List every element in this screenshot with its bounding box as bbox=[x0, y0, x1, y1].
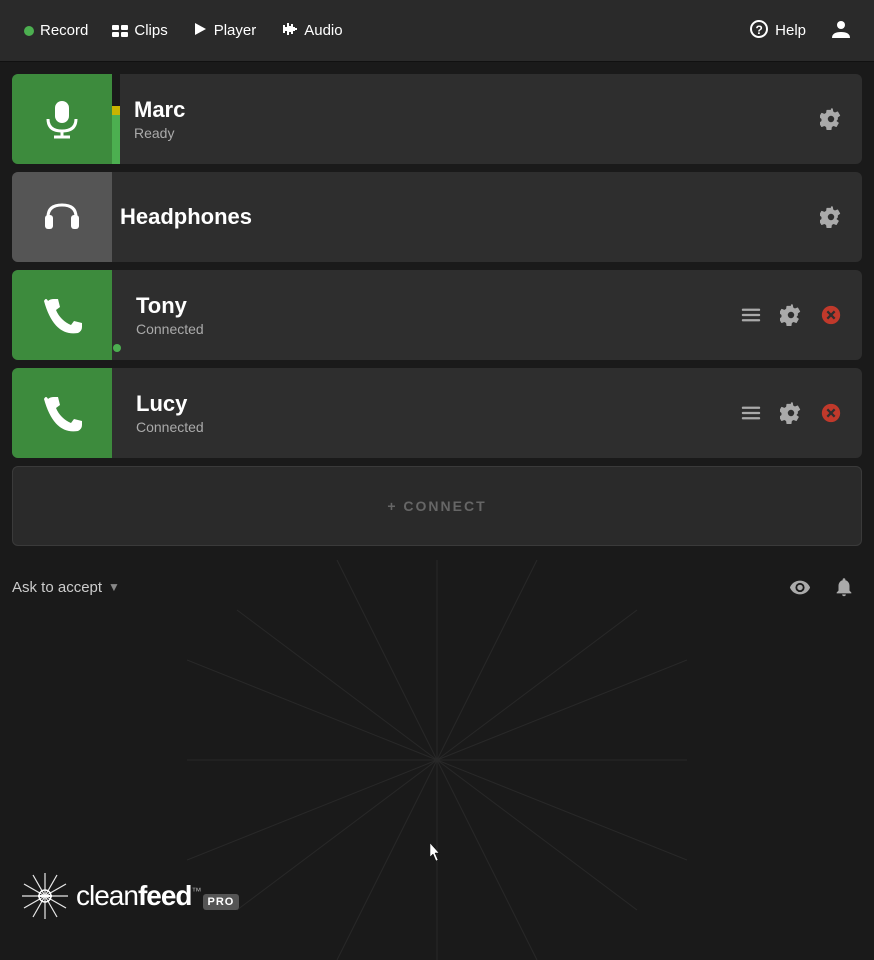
phone-icon-tony bbox=[40, 293, 84, 337]
nav-right-section: ? Help bbox=[739, 10, 862, 52]
lucy-settings-button[interactable] bbox=[776, 398, 806, 428]
logo-area: cleanfeed™ PRO bbox=[20, 871, 239, 921]
marc-mic-icon-bg bbox=[12, 74, 112, 164]
lucy-status: Connected bbox=[136, 419, 720, 435]
tony-name: Tony bbox=[136, 293, 720, 319]
record-dot-icon bbox=[24, 26, 34, 36]
help-label: Help bbox=[775, 22, 806, 39]
marc-name: Marc bbox=[134, 97, 800, 123]
phone-icon-lucy bbox=[40, 391, 84, 435]
bell-icon bbox=[833, 576, 855, 598]
lucy-phone-icon-bg bbox=[12, 368, 112, 458]
logo-text: cleanfeed™ bbox=[76, 880, 201, 912]
tony-card-actions bbox=[728, 300, 862, 330]
headphones-name: Headphones bbox=[120, 204, 800, 230]
audio-nav-item[interactable]: Audio bbox=[268, 13, 354, 49]
headphones-card: Headphones bbox=[12, 172, 862, 262]
lucy-connection-indicator bbox=[112, 368, 122, 458]
clips-nav-item[interactable]: Clips bbox=[100, 14, 179, 47]
record-label: Record bbox=[40, 22, 88, 39]
clips-label: Clips bbox=[134, 22, 167, 39]
lucy-close-button[interactable] bbox=[816, 398, 846, 428]
logo-text-group: cleanfeed™ PRO bbox=[76, 880, 239, 912]
bottom-bar: Ask to accept ▼ bbox=[0, 562, 874, 612]
logo-tm: ™ bbox=[192, 887, 201, 898]
microphone-icon bbox=[40, 97, 84, 141]
tony-connection-indicator bbox=[112, 270, 122, 360]
tony-phone-icon-bg bbox=[12, 270, 112, 360]
lucy-name: Lucy bbox=[136, 391, 720, 417]
visibility-button[interactable] bbox=[782, 569, 818, 605]
notifications-button[interactable] bbox=[826, 569, 862, 605]
player-nav-item[interactable]: Player bbox=[180, 13, 269, 49]
lucy-card-body: Lucy Connected bbox=[128, 379, 728, 447]
help-circle-icon: ? bbox=[749, 19, 769, 43]
tony-menu-button[interactable] bbox=[736, 300, 766, 330]
user-icon bbox=[830, 18, 852, 44]
help-button[interactable]: ? Help bbox=[739, 11, 816, 51]
marc-card: Marc Ready bbox=[12, 74, 862, 164]
clips-icon bbox=[112, 23, 128, 39]
headphones-card-actions bbox=[808, 202, 862, 232]
audio-label: Audio bbox=[304, 22, 342, 39]
lucy-card: Lucy Connected bbox=[12, 368, 862, 458]
lucy-card-actions bbox=[728, 398, 862, 428]
record-nav-item[interactable]: Record bbox=[12, 14, 100, 47]
connect-button[interactable]: + CONNECT bbox=[12, 466, 862, 546]
eye-icon bbox=[789, 576, 811, 598]
tony-card-body: Tony Connected bbox=[128, 281, 728, 349]
bottom-right-icons bbox=[782, 569, 862, 605]
top-navigation: Record Clips Player bbox=[0, 0, 874, 62]
headphones-settings-button[interactable] bbox=[816, 202, 846, 232]
cleanfeed-sunburst-logo bbox=[20, 871, 70, 921]
player-icon bbox=[192, 21, 208, 41]
user-account-button[interactable] bbox=[820, 10, 862, 52]
marc-card-body: Marc Ready bbox=[126, 85, 808, 153]
headphones-icon bbox=[40, 195, 84, 239]
connect-label: + CONNECT bbox=[387, 498, 486, 514]
ask-to-accept-dropdown[interactable]: Ask to accept ▼ bbox=[12, 579, 120, 596]
player-label: Player bbox=[214, 22, 257, 39]
lucy-menu-button[interactable] bbox=[736, 398, 766, 428]
audio-icon bbox=[280, 21, 298, 41]
svg-text:?: ? bbox=[756, 23, 763, 37]
chevron-down-icon: ▼ bbox=[108, 580, 120, 594]
marc-settings-button[interactable] bbox=[816, 104, 846, 134]
marc-card-actions bbox=[808, 104, 862, 134]
main-content: Marc Ready Headphones bbox=[0, 62, 874, 562]
mouse-cursor bbox=[430, 843, 442, 861]
marc-status: Ready bbox=[134, 125, 800, 141]
headphones-card-body: Headphones bbox=[112, 192, 808, 242]
tony-card: Tony Connected bbox=[12, 270, 862, 360]
logo-pro-badge: PRO bbox=[203, 894, 240, 910]
tony-settings-button[interactable] bbox=[776, 300, 806, 330]
marc-level-indicator bbox=[112, 74, 120, 164]
background-radial-pattern bbox=[187, 560, 687, 960]
headphones-icon-bg bbox=[12, 172, 112, 262]
tony-close-button[interactable] bbox=[816, 300, 846, 330]
tony-status: Connected bbox=[136, 321, 720, 337]
ask-to-accept-label: Ask to accept bbox=[12, 579, 102, 596]
